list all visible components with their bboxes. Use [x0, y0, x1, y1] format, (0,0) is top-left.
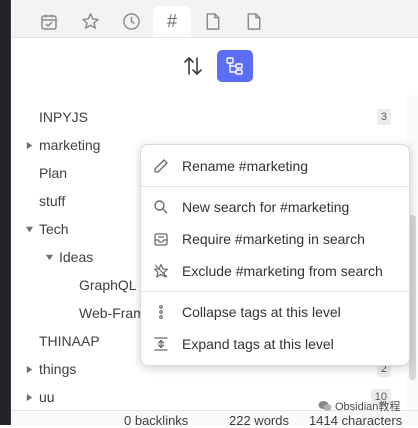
- tag-label: GraphQL: [79, 277, 137, 293]
- expand-icon: [154, 337, 168, 351]
- watermark: Obsidian教程: [318, 398, 400, 414]
- collapse-icon: [159, 305, 163, 319]
- tag-label: Ideas: [59, 249, 94, 265]
- caret-right-icon[interactable]: [25, 141, 34, 150]
- tag-count-badge: 3: [376, 109, 391, 125]
- sort-icon: [184, 57, 202, 75]
- caret-right-icon[interactable]: [25, 365, 34, 374]
- sort-button[interactable]: [175, 50, 211, 82]
- hash-icon: #: [166, 11, 177, 31]
- tag-context-menu: Rename #marketing New search for #market…: [140, 144, 410, 366]
- tag-label: Tech: [39, 221, 69, 237]
- tag-label: stuff: [39, 193, 66, 209]
- clock-icon: [122, 13, 140, 30]
- menu-item-require[interactable]: Require #marketing in search: [141, 224, 409, 254]
- watermark-text: Obsidian教程: [335, 401, 401, 413]
- sidebar-tab-bar: #: [11, 0, 418, 38]
- caret-down-icon[interactable]: [45, 253, 54, 262]
- menu-separator: [141, 291, 409, 292]
- scrollbar-thumb[interactable]: [409, 215, 416, 380]
- search-icon: [154, 200, 168, 214]
- tab-starred[interactable]: [71, 6, 109, 37]
- tag-label: INPYJS: [39, 109, 89, 125]
- tag-label: THINAAP: [39, 333, 100, 349]
- menu-item-label: Expand tags at this level: [182, 336, 334, 352]
- star-slash-icon: [153, 263, 169, 278]
- menu-item-label: Collapse tags at this level: [182, 304, 341, 320]
- tab-file-1[interactable]: [194, 6, 232, 37]
- menu-item-rename[interactable]: Rename #marketing: [141, 151, 409, 181]
- tab-calendar[interactable]: [30, 6, 68, 37]
- pencil-icon: [154, 159, 168, 173]
- file-icon: [206, 13, 220, 30]
- tag-pane-toolbar: [11, 38, 418, 93]
- star-icon: [81, 13, 99, 29]
- tag-label: things: [39, 361, 77, 377]
- menu-separator: [141, 186, 409, 187]
- menu-item-exclude[interactable]: Exclude #marketing from search: [141, 256, 409, 286]
- wechat-icon: [318, 401, 332, 411]
- menu-item-expand[interactable]: Expand tags at this level: [141, 329, 409, 359]
- menu-item-label: New search for #marketing: [182, 199, 350, 215]
- menu-item-label: Require #marketing in search: [182, 231, 365, 247]
- tab-recent[interactable]: [112, 6, 150, 37]
- character-count: 1414 characters: [309, 413, 403, 428]
- backlinks-count[interactable]: 0 backlinks: [124, 413, 188, 428]
- calendar-icon: [41, 14, 57, 30]
- caret-down-icon[interactable]: [25, 225, 34, 234]
- left-sidebar-strip: [0, 0, 11, 425]
- menu-item-label: Rename #marketing: [182, 158, 309, 174]
- tag-label: uu: [39, 389, 55, 405]
- tag-row[interactable]: INPYJS 3: [11, 103, 391, 131]
- tab-tags[interactable]: #: [153, 6, 191, 37]
- inbox-icon: [154, 233, 168, 246]
- menu-item-label: Exclude #marketing from search: [182, 263, 383, 279]
- tree-view-icon: [226, 57, 243, 75]
- tab-file-2[interactable]: [235, 6, 273, 37]
- tag-label: Plan: [39, 165, 68, 181]
- tag-label: marketing: [39, 137, 101, 153]
- menu-item-collapse[interactable]: Collapse tags at this level: [141, 297, 409, 327]
- file-icon: [247, 13, 261, 30]
- tag-label: Web-Fram: [79, 305, 145, 321]
- caret-right-icon[interactable]: [25, 393, 34, 402]
- word-count: 222 words: [229, 413, 289, 428]
- menu-item-new-search[interactable]: New search for #marketing: [141, 192, 409, 222]
- tree-view-button[interactable]: [217, 50, 253, 82]
